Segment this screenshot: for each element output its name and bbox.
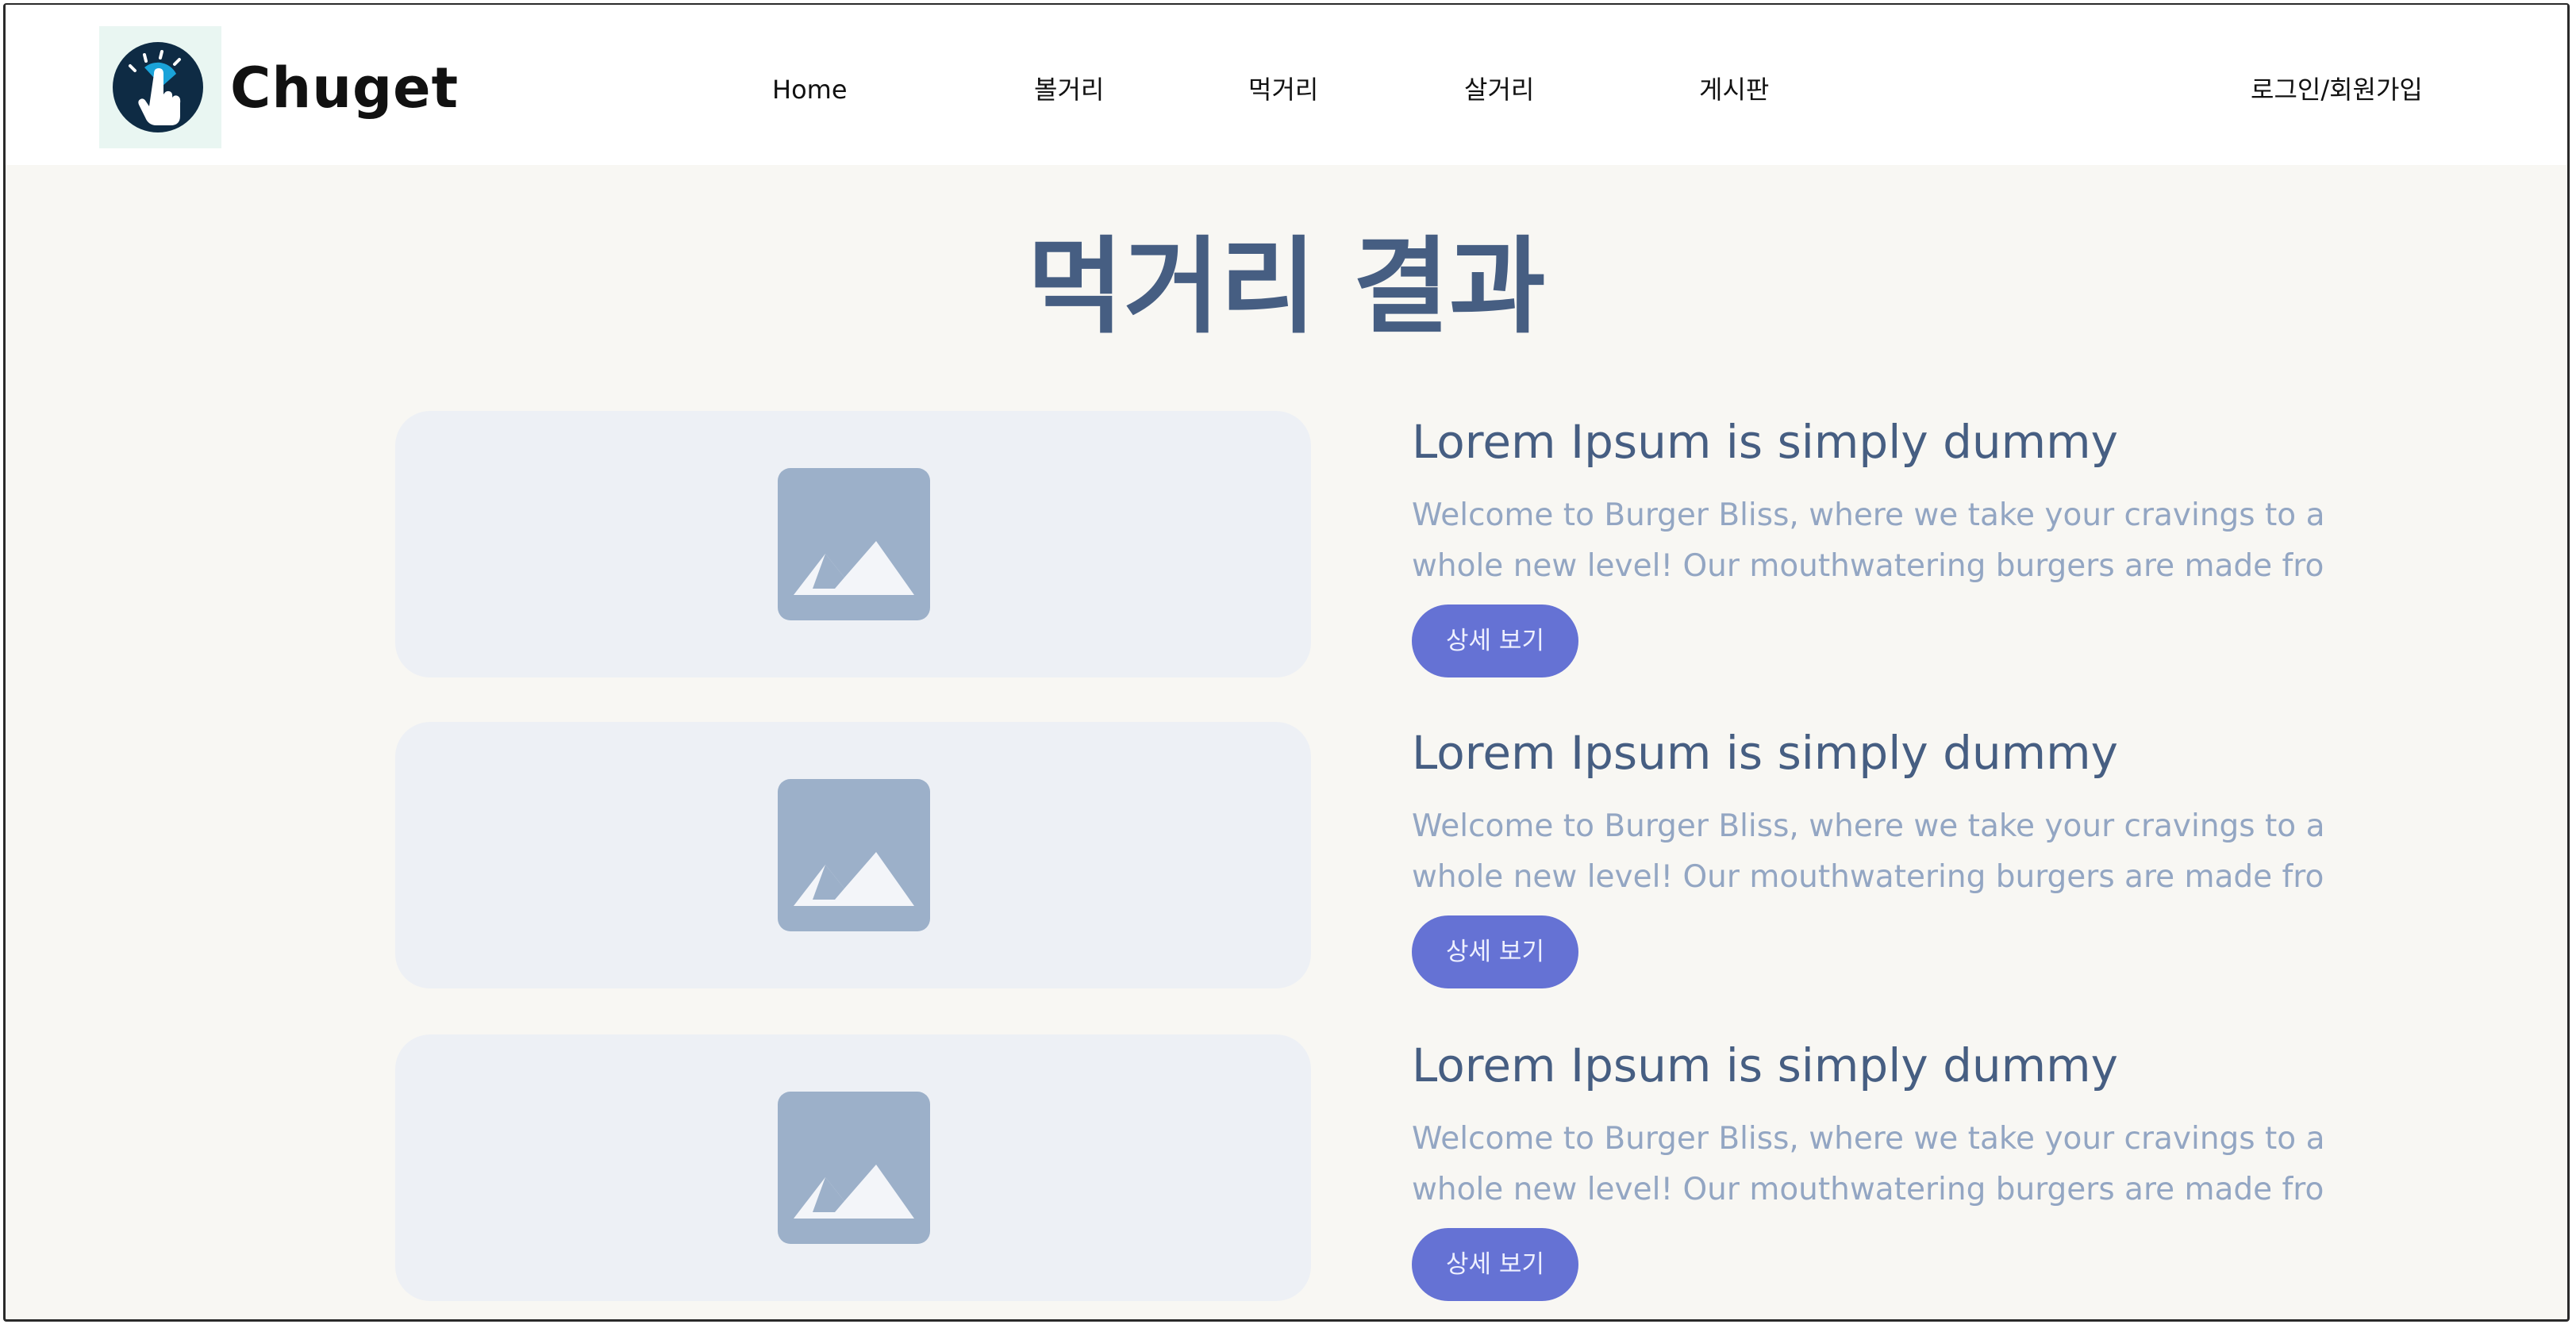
card-image[interactable] xyxy=(395,411,1311,677)
image-placeholder-icon xyxy=(778,1092,930,1244)
detail-button[interactable]: 상세 보기 xyxy=(1412,605,1578,677)
detail-button[interactable]: 상세 보기 xyxy=(1412,915,1578,988)
card-title[interactable]: Lorem Ipsum is simply dummy xyxy=(1412,414,2118,470)
card-image[interactable] xyxy=(395,722,1311,988)
image-placeholder-icon xyxy=(778,779,930,931)
image-placeholder-icon xyxy=(778,468,930,620)
card-description-line: whole new level! Our mouthwatering burge… xyxy=(1412,1172,2324,1207)
login-signup-link[interactable]: 로그인/회원가입 xyxy=(2251,71,2423,108)
card-description-line: whole new level! Our mouthwatering burge… xyxy=(1412,548,2324,584)
card-description-line: Welcome to Burger Bliss, where we take y… xyxy=(1412,1121,2324,1157)
browser-frame: Chuget Home 볼거리 먹거리 살거리 게시판 로그인/회원가입 먹거리… xyxy=(3,3,2570,1322)
pointing-hand-icon xyxy=(113,42,203,132)
brand-name[interactable]: Chuget xyxy=(230,54,459,122)
card-description-line: Welcome to Burger Bliss, where we take y… xyxy=(1412,497,2324,533)
nav-home[interactable]: Home xyxy=(772,71,848,108)
nav-board[interactable]: 게시판 xyxy=(1699,71,1769,108)
detail-button[interactable]: 상세 보기 xyxy=(1412,1228,1578,1301)
nav-shopping[interactable]: 살거리 xyxy=(1464,71,1534,108)
nav-sights[interactable]: 볼거리 xyxy=(1034,71,1104,108)
page-title: 먹거리 결과 xyxy=(1027,226,1546,348)
card-image[interactable] xyxy=(395,1034,1311,1301)
card-title[interactable]: Lorem Ipsum is simply dummy xyxy=(1412,1038,2118,1093)
card-description-line: whole new level! Our mouthwatering burge… xyxy=(1412,859,2324,895)
card-description-line: Welcome to Burger Bliss, where we take y… xyxy=(1412,808,2324,844)
header: Chuget Home 볼거리 먹거리 살거리 게시판 로그인/회원가입 xyxy=(6,5,2567,165)
card-title[interactable]: Lorem Ipsum is simply dummy xyxy=(1412,725,2118,781)
logo[interactable] xyxy=(99,26,221,148)
nav-food[interactable]: 먹거리 xyxy=(1248,71,1318,108)
